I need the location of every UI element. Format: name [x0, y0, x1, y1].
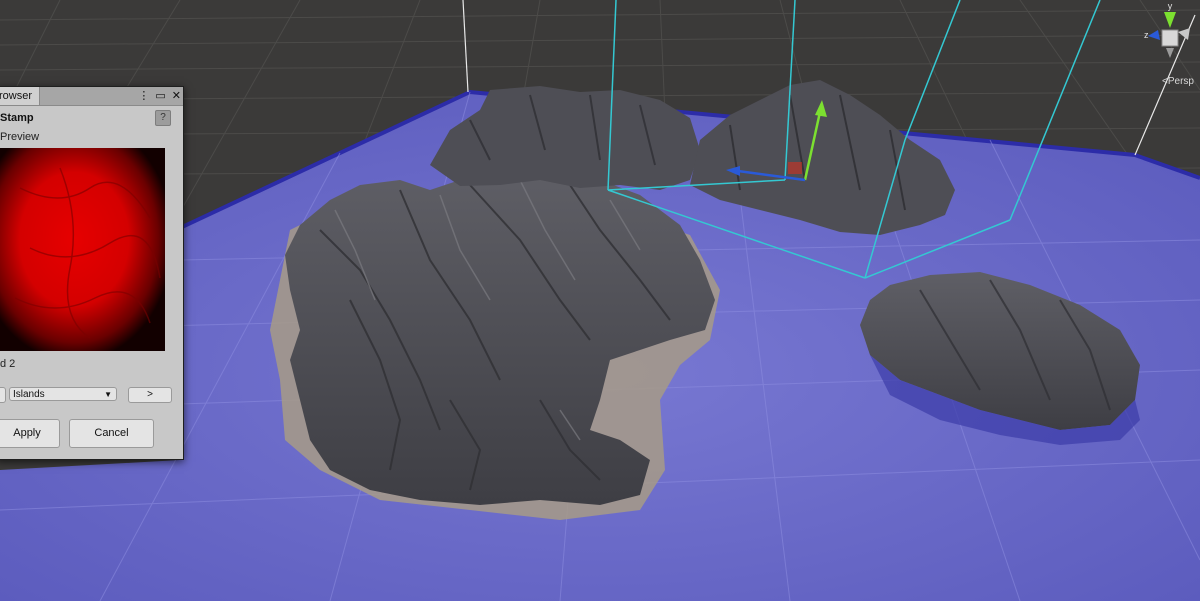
axis-neg-y-cone[interactable]: [1166, 48, 1174, 58]
axis-y-cone[interactable]: [1164, 12, 1176, 28]
close-icon[interactable]: ✕: [172, 89, 181, 103]
cancel-button[interactable]: Cancel: [69, 419, 154, 448]
previous-stamp-button[interactable]: [0, 387, 6, 403]
tab-browser[interactable]: rowser: [0, 87, 40, 105]
axis-center-cube[interactable]: [1161, 29, 1179, 47]
preview-label: Preview: [0, 131, 40, 143]
next-stamp-button[interactable]: >: [128, 387, 172, 403]
axis-z-label: z: [1144, 30, 1149, 40]
help-button[interactable]: ?: [155, 110, 171, 126]
axis-z-cone[interactable]: [1148, 30, 1160, 40]
stamp-preview: [0, 148, 165, 351]
stamp-name: d 2: [0, 358, 16, 370]
category-value: Islands: [13, 389, 45, 400]
stamp-browser-window: rowser ⋮ ▭ ✕ Stamp ? Preview d 2 Islands…: [0, 86, 184, 460]
apply-button[interactable]: Apply: [0, 419, 60, 448]
panel-title: Stamp: [0, 112, 34, 124]
axis-x-cone[interactable]: [1178, 28, 1190, 40]
stamp-heightmap: [0, 148, 165, 351]
window-controls: ⋮ ▭ ✕: [138, 89, 181, 103]
projection-label[interactable]: <Persp: [1162, 76, 1194, 87]
more-options-icon[interactable]: ⋮: [138, 89, 149, 103]
category-dropdown[interactable]: Islands ▼: [9, 387, 117, 401]
axis-y-label: y: [1168, 1, 1173, 11]
tab-bar: rowser ⋮ ▭ ✕: [0, 87, 183, 106]
maximize-icon[interactable]: ▭: [155, 89, 165, 103]
chevron-down-icon: ▼: [104, 390, 112, 399]
